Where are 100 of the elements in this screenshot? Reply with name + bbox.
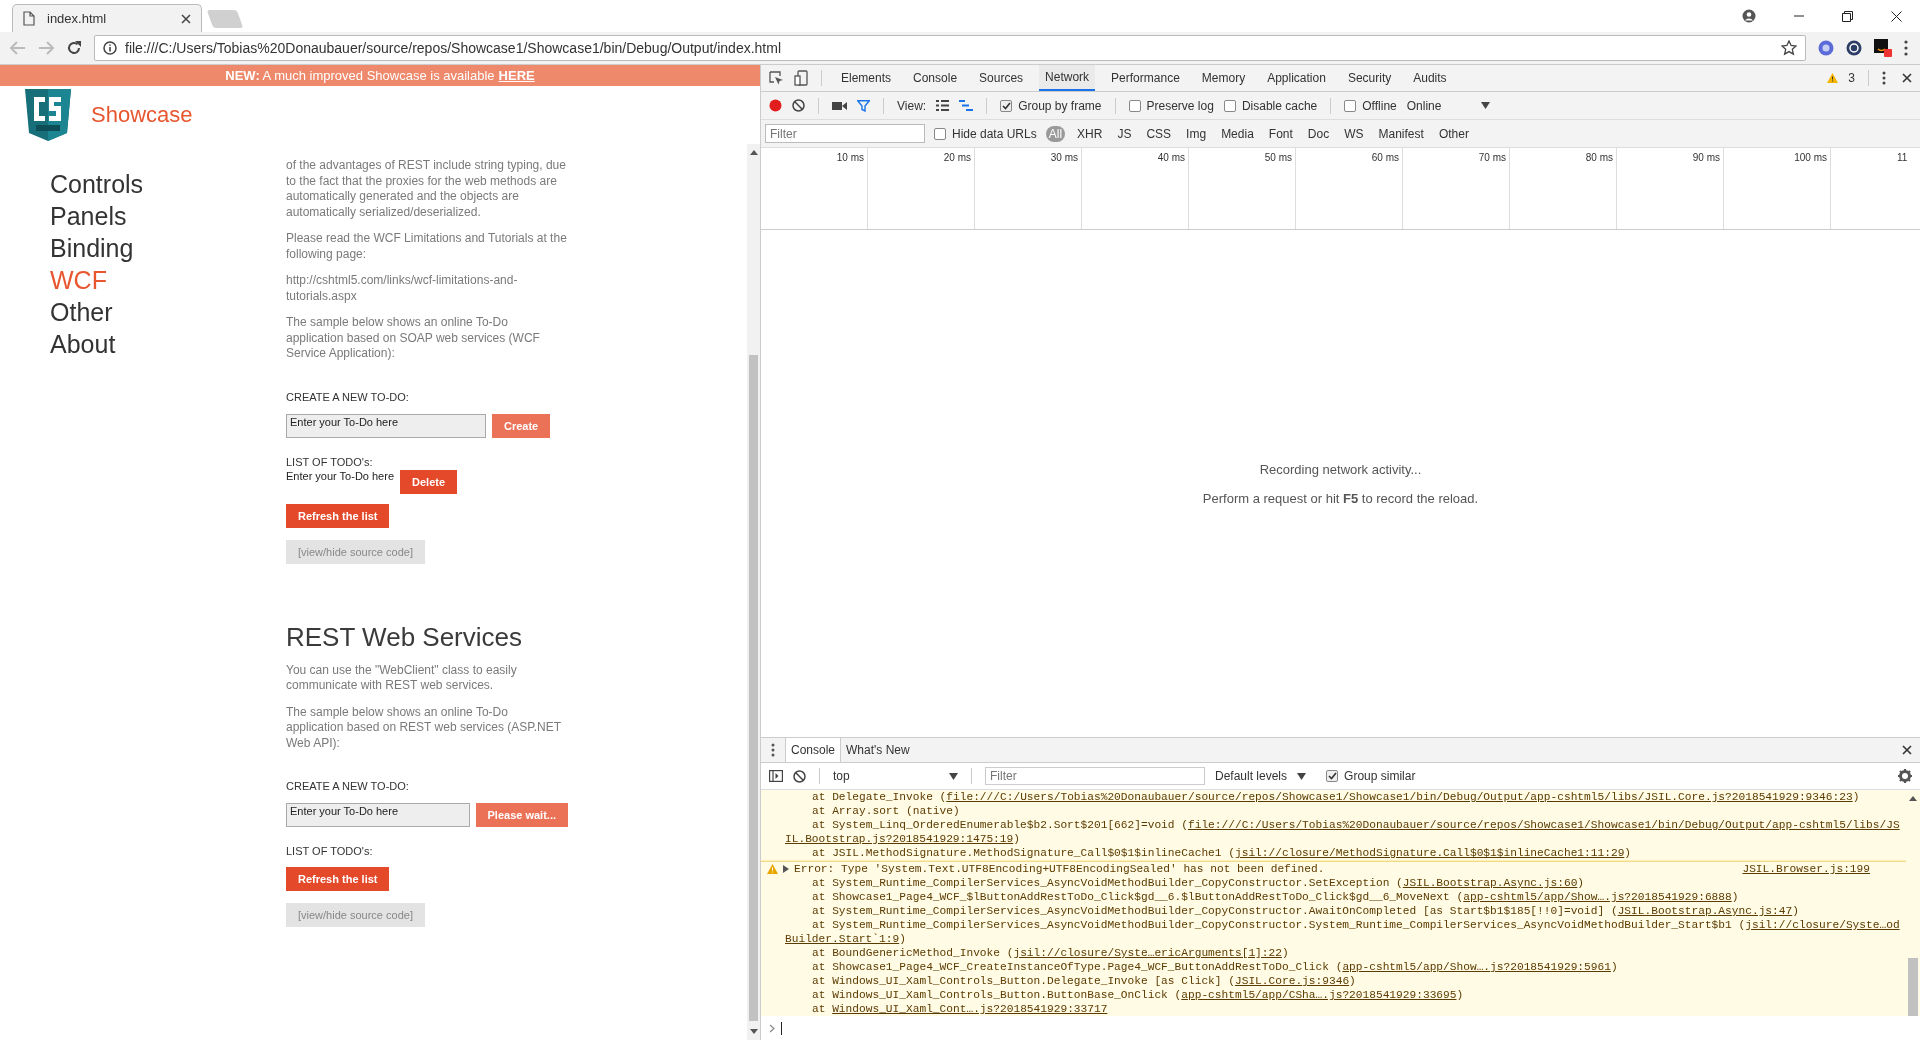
scrollbar-thumb[interactable] — [749, 355, 758, 1021]
devtools-tab[interactable]: Elements — [835, 65, 898, 91]
checkbox[interactable] — [1000, 99, 1013, 112]
devtools-tab[interactable]: Performance — [1105, 65, 1186, 91]
type-filter[interactable]: WS — [1341, 125, 1367, 142]
scrollbar-thumb[interactable] — [1908, 958, 1918, 1016]
nav-link[interactable]: Other — [50, 296, 286, 328]
delete-button[interactable]: Delete — [400, 469, 458, 494]
star-icon[interactable] — [1781, 40, 1797, 56]
todo-input-field[interactable]: Enter your To-Do here — [286, 803, 470, 827]
devtools-tab[interactable]: Security — [1341, 65, 1398, 91]
source-link[interactable]: JSIL.Browser.js:199 — [1742, 862, 1870, 876]
source-link[interactable]: JSIL.Core.js:9346 — [1234, 974, 1350, 988]
close-icon[interactable] — [181, 13, 191, 24]
checkbox[interactable] — [1344, 99, 1357, 112]
group-similar-checkbox[interactable]: Group similar — [1326, 769, 1416, 783]
scrollbar[interactable] — [747, 144, 760, 1040]
source-link[interactable]: app-cshtml5/app/CSha….js?2018541929:33695 — [1181, 988, 1457, 1002]
waterfall-icon[interactable] — [959, 100, 974, 111]
nav-link[interactable]: Panels — [50, 200, 286, 232]
type-filter[interactable]: JS — [1114, 125, 1135, 142]
checkbox[interactable] — [1128, 99, 1141, 112]
extension-icon[interactable] — [1846, 40, 1862, 56]
address-bar[interactable]: file:///C:/Users/Tobias%20Donaubauer/source/repos/Showcase1/Showcase1/bin/Debug/Output/index.html — [94, 35, 1806, 61]
dropdown-arrow-icon[interactable] — [1297, 772, 1307, 780]
devtools-tab[interactable]: Console — [907, 65, 964, 91]
source-link[interactable]: jsil://closure/Syste…ericArguments[1]:22 — [1013, 946, 1282, 960]
type-filter[interactable]: Img — [1183, 125, 1210, 142]
browser-tab[interactable]: index.html — [12, 4, 202, 32]
devtools-tab[interactable]: Sources — [973, 65, 1030, 91]
warning-count[interactable]: 3 — [1848, 71, 1855, 85]
nav-link[interactable]: WCF — [50, 264, 286, 296]
scroll-up-icon[interactable] — [749, 150, 758, 155]
checkbox[interactable] — [1223, 99, 1236, 112]
filter-field[interactable]: Filter — [985, 767, 1205, 785]
source-link[interactable]: app-cshtml5/app/Show….js?2018541929:5961 — [1342, 960, 1611, 974]
drawer-tab[interactable]: What's New — [841, 738, 915, 762]
settings-icon[interactable] — [1898, 769, 1912, 783]
checkbox[interactable] — [1326, 770, 1339, 782]
record-icon[interactable] — [769, 99, 782, 112]
filter-icon[interactable] — [857, 99, 870, 112]
hide-data-urls-checkbox[interactable]: Hide data URLs — [934, 126, 1037, 141]
source-link[interactable]: IL.Bootstrap.js?2018541929:1475:19 — [785, 832, 1014, 846]
expand-icon[interactable] — [783, 865, 789, 873]
checkbox[interactable] — [934, 127, 946, 140]
inspect-icon[interactable] — [769, 70, 784, 86]
source-link[interactable]: JSIL.Bootstrap.Async.js:47 — [1617, 904, 1793, 918]
type-filter[interactable]: Other — [1435, 125, 1472, 142]
type-filter[interactable]: Font — [1265, 125, 1296, 142]
drawer-tab[interactable]: Console — [785, 738, 842, 762]
nav-link[interactable]: About — [50, 328, 286, 360]
more-icon[interactable] — [771, 743, 775, 757]
source-link[interactable]: JSIL.Bootstrap.Async.js:60 — [1402, 876, 1578, 890]
clear-icon[interactable] — [792, 99, 805, 112]
todo-input-field[interactable]: Enter your To-Do here — [286, 413, 486, 438]
source-link[interactable]: jsil://closure/MethodSignature.Call$0$1$inlineCache1:11:29 — [1234, 846, 1625, 860]
device-icon[interactable] — [794, 70, 808, 86]
type-filter[interactable]: CSS — [1143, 125, 1175, 142]
source-link[interactable]: jsil://closure/Syste…od — [1745, 918, 1900, 932]
option-checkbox[interactable]: Offline — [1344, 98, 1397, 113]
menu-icon[interactable] — [1904, 40, 1908, 56]
reload-icon[interactable] — [66, 40, 82, 56]
source-link[interactable]: file:///C:/Users/Tobias%20Donaubauer/source/repos/Showcase1/Showcase1/bin/Debug/Output/app-cshtml5/libs/JS — [1187, 818, 1900, 832]
account-icon[interactable] — [1742, 9, 1756, 23]
scroll-down-icon[interactable] — [749, 1029, 758, 1034]
refresh-button[interactable]: Refresh the list — [286, 867, 390, 891]
clear-icon[interactable] — [793, 769, 806, 783]
refresh-button[interactable]: Refresh the list — [286, 503, 390, 528]
close-icon[interactable] — [1902, 73, 1912, 83]
option-checkbox[interactable]: Preserve log — [1128, 98, 1214, 113]
option-checkbox[interactable]: Group by frame — [1000, 98, 1102, 113]
nav-link[interactable]: Controls — [50, 168, 286, 200]
source-link[interactable]: Builder.Start`1:9 — [785, 932, 900, 946]
camera-icon[interactable] — [832, 100, 847, 111]
context-dropdown[interactable]: top — [833, 769, 958, 783]
devtools-tab[interactable]: Memory — [1195, 65, 1252, 91]
source-link[interactable]: app-cshtml5/app/Show….js?2018541929:6888 — [1463, 890, 1732, 904]
type-filter[interactable]: Manifest — [1375, 125, 1427, 142]
source-link[interactable]: Windows_UI_Xaml_Cont….js?2018541929:33717 — [832, 1002, 1108, 1016]
maximize-icon[interactable] — [1842, 10, 1853, 22]
nav-link[interactable]: Binding — [50, 232, 286, 264]
type-filter[interactable]: Media — [1218, 125, 1257, 142]
devtools-tab[interactable]: Application — [1261, 65, 1332, 91]
devtools-tab[interactable]: Network — [1039, 65, 1096, 91]
list-view-icon[interactable] — [936, 100, 950, 111]
type-filter[interactable]: XHR — [1074, 125, 1106, 142]
more-icon[interactable] — [1882, 71, 1886, 85]
throttling-dropdown[interactable]: Online — [1406, 98, 1442, 113]
type-filter[interactable]: Doc — [1304, 125, 1333, 142]
extension-icon[interactable] — [1874, 39, 1892, 57]
devtools-tab[interactable]: Audits — [1407, 65, 1453, 91]
levels-dropdown[interactable]: Default levels — [1215, 769, 1288, 783]
sidebar-icon[interactable] — [769, 770, 783, 782]
source-link[interactable]: file:///C:/Users/Tobias%20Donaubauer/source/repos/Showcase1/Showcase1/bin/Debug/Output/app-cshtml5/libs/JSIL.Core.js?2018541929:9346:23 — [946, 790, 1853, 804]
dropdown-arrow-icon[interactable] — [1481, 102, 1491, 109]
close-icon[interactable] — [1891, 10, 1902, 22]
option-checkbox[interactable]: Disable cache — [1223, 98, 1318, 113]
close-icon[interactable] — [1902, 745, 1912, 755]
filter-field[interactable]: Filter — [765, 124, 925, 143]
scroll-up-icon[interactable] — [1909, 796, 1917, 801]
